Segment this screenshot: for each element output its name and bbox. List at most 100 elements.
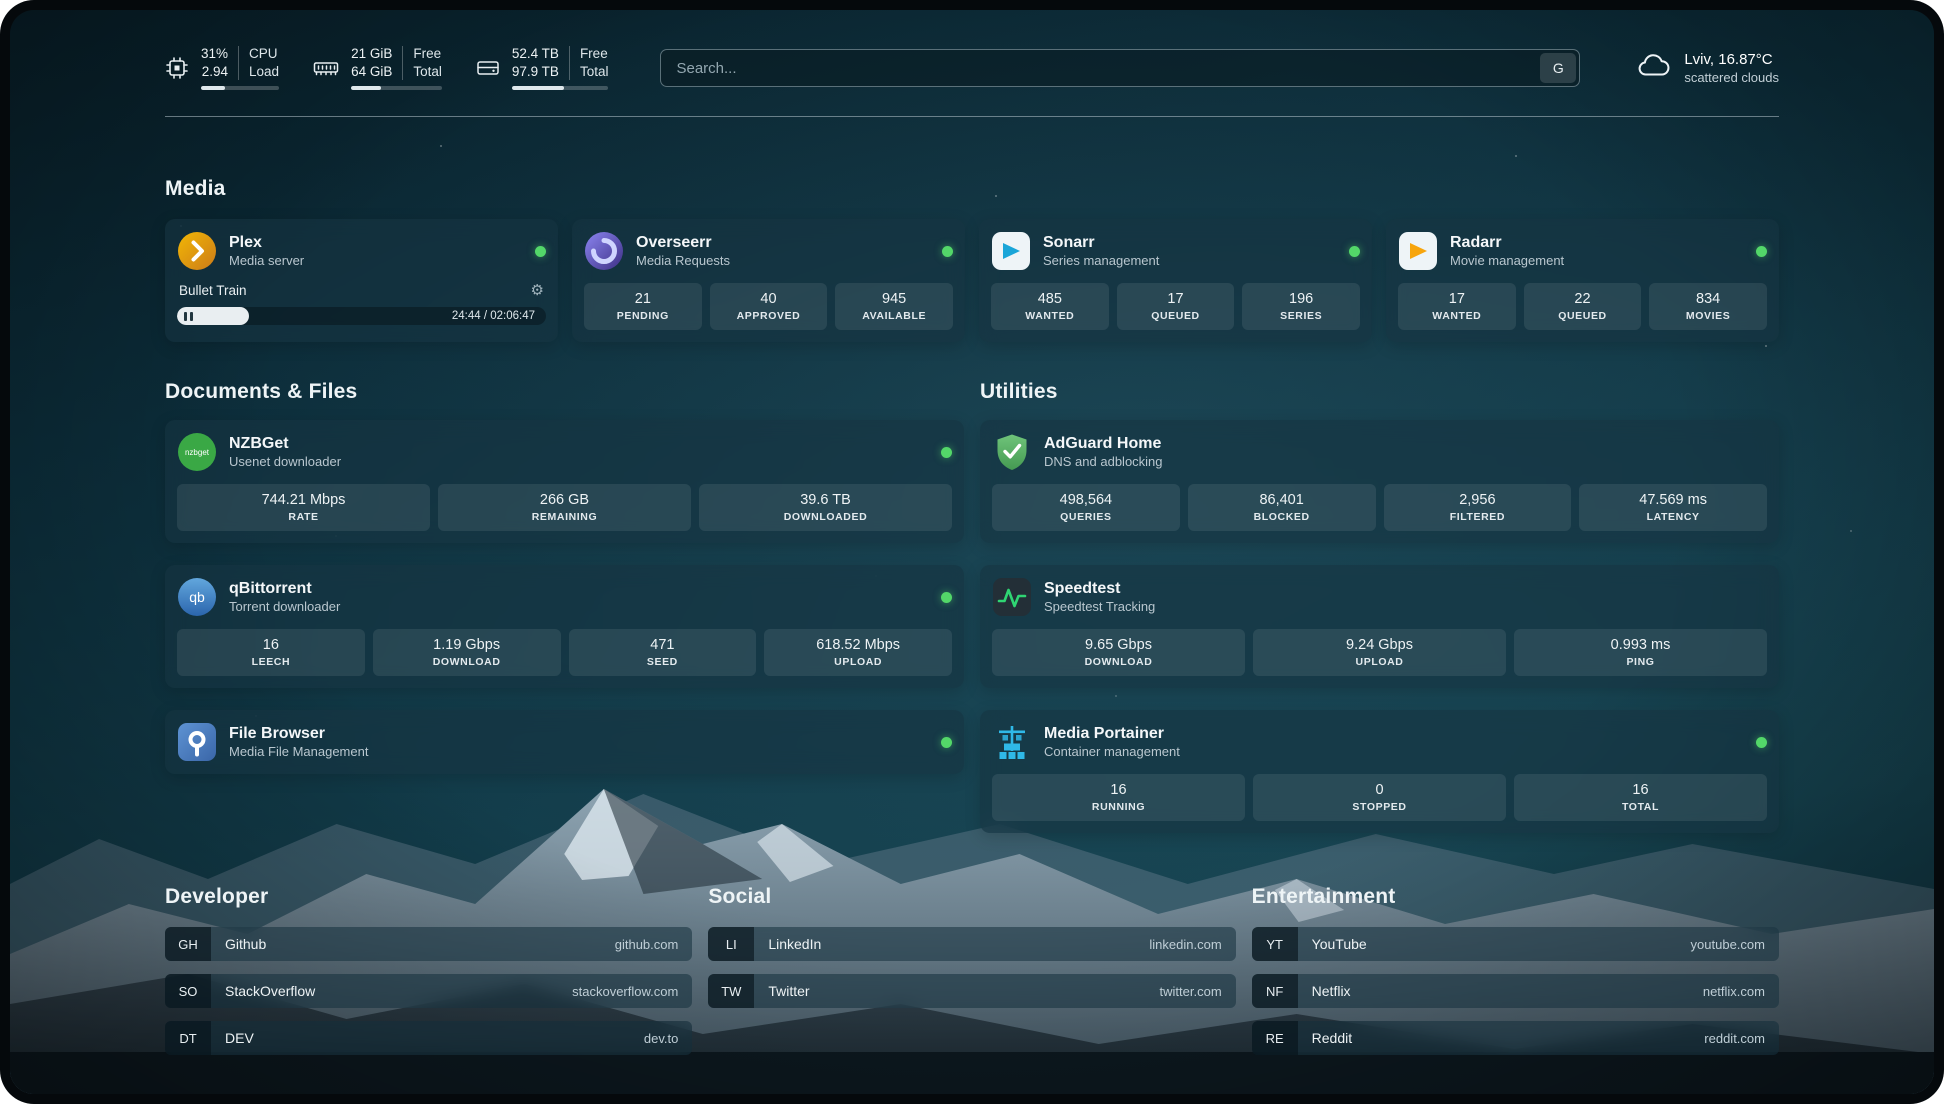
status-dot [942,246,953,257]
stat-value: 86,401 [1259,492,1303,508]
stat-value: 744.21 Mbps [262,492,346,508]
stat-leech: 16 LEECH [177,629,365,676]
app-card-sonarr[interactable]: Sonarr Series management 485 WANTED [979,219,1372,342]
stat-label: UPLOAD [834,656,882,668]
stat-seed: 471 SEED [569,629,757,676]
bookmark-url: dev.to [644,1031,678,1046]
status-dot [941,447,952,458]
stat-value: 266 GB [540,492,589,508]
stat-upload: 9.24 Gbps UPLOAD [1253,629,1506,676]
app-card-qbittorrent[interactable]: qb qBittorrent Torrent downloader [165,565,964,688]
stat-value: 9.65 Gbps [1085,637,1152,653]
bookmark-youtube[interactable]: YT YouTube youtube.com [1252,927,1779,961]
app-card-speedtest[interactable]: Speedtest Speedtest Tracking 9.65 Gbps D… [980,565,1779,688]
stat-value: 945 [882,291,906,307]
app-subtitle: Usenet downloader [229,454,341,469]
app-subtitle: Media File Management [229,744,368,759]
stat-approved: 40 APPROVED [710,283,828,330]
stat-available: 945 AVAILABLE [835,283,953,330]
bookmark-url: linkedin.com [1149,937,1221,952]
app-card-overseerr[interactable]: Overseerr Media Requests 21 PENDING [572,219,965,342]
app-card-plex[interactable]: Plex Media server Bullet Train ⚙ [165,219,558,342]
stat-downloaded: 39.6 TB DOWNLOADED [699,484,952,531]
stat-value: 16 [1110,782,1126,798]
stat-label: MOVIES [1686,310,1730,322]
ram-progress-fill [351,86,381,90]
stat-label: STOPPED [1352,801,1406,813]
weather-location: Lviv, 16.87°C [1684,51,1779,68]
bookmark-name: StackOverflow [225,983,315,999]
bookmark-dev[interactable]: DT DEV dev.to [165,1021,692,1055]
app-card-filebrowser[interactable]: File Browser Media File Management [165,710,964,774]
stat-value: 498,564 [1060,492,1112,508]
overseerr-icon [584,231,624,271]
app-card-nzbget[interactable]: nzbget NZBGet Usenet downloader [165,420,964,543]
status-dot [1756,737,1767,748]
bookmark-linkedin[interactable]: LI LinkedIn linkedin.com [708,927,1235,961]
bookmark-url: github.com [615,937,679,952]
disk-label-top: Free [580,46,609,62]
bookmark-netflix[interactable]: NF Netflix netflix.com [1252,974,1779,1008]
pause-icon [184,312,193,321]
bookmark-twitter[interactable]: TW Twitter twitter.com [708,974,1235,1008]
radarr-icon [1398,231,1438,271]
bookmark-url: twitter.com [1160,984,1222,999]
stat-filtered: 2,956 FILTERED [1384,484,1572,531]
playback-progress-fill [177,307,249,325]
cpu-metric: 31% 2.94 CPU Load [165,46,279,90]
plex-icon [177,231,217,271]
stat-stopped: 0 STOPPED [1253,774,1506,821]
search-engine-button[interactable]: G [1540,53,1576,83]
bookmark-url: netflix.com [1703,984,1765,999]
stat-value: 9.24 Gbps [1346,637,1413,653]
search-input[interactable] [664,60,1540,77]
bookmark-abbr: RE [1252,1021,1298,1055]
stat-label: RATE [288,511,318,523]
playback-time: 24:44 / 02:06:47 [452,310,535,322]
stat-queued: 22 QUEUED [1524,283,1642,330]
gear-icon[interactable]: ⚙ [531,283,544,298]
app-name: AdGuard Home [1044,435,1163,453]
bookmark-github[interactable]: GH Github github.com [165,927,692,961]
stat-label: WANTED [1025,310,1074,322]
section-social: Social LI LinkedIn linkedin.com TW Twitt… [708,885,1235,1068]
search-box: G [660,49,1580,87]
stat-label: WANTED [1432,310,1481,322]
app-name: File Browser [229,725,368,743]
stat-upload: 618.52 Mbps UPLOAD [764,629,952,676]
stat-value: 40 [760,291,776,307]
nzbget-icon: nzbget [177,432,217,472]
app-card-portainer[interactable]: Media Portainer Container management 16 … [980,710,1779,833]
app-card-radarr[interactable]: Radarr Movie management 17 WANTED 2 [1386,219,1779,342]
bookmark-stackoverflow[interactable]: SO StackOverflow stackoverflow.com [165,974,692,1008]
app-name: Speedtest [1044,580,1155,598]
app-card-adguard[interactable]: AdGuard Home DNS and adblocking 498,564 … [980,420,1779,543]
stat-label: SERIES [1280,310,1322,322]
status-dot [535,246,546,257]
section-title-media: Media [165,177,1779,201]
bookmark-name: Reddit [1312,1030,1352,1046]
stat-value: 834 [1696,291,1720,307]
bookmark-abbr: GH [165,927,211,961]
status-dot [941,592,952,603]
bookmark-url: youtube.com [1691,937,1765,952]
app-subtitle: DNS and adblocking [1044,454,1163,469]
stat-label: APPROVED [737,310,801,322]
stat-running: 16 RUNNING [992,774,1245,821]
svg-text:qb: qb [189,589,205,605]
sonarr-icon [991,231,1031,271]
stat-label: AVAILABLE [862,310,926,322]
status-dot [941,737,952,748]
cloud-icon [1636,52,1672,85]
section-title-utilities: Utilities [980,380,1779,404]
app-subtitle: Torrent downloader [229,599,340,614]
ram-label-top: Free [413,46,442,62]
stat-label: PING [1626,656,1654,668]
stat-queries: 498,564 QUERIES [992,484,1180,531]
disk-label-bottom: Total [580,64,609,80]
bookmark-reddit[interactable]: RE Reddit reddit.com [1252,1021,1779,1055]
stat-label: TOTAL [1622,801,1659,813]
stat-value: 485 [1038,291,1062,307]
ram-progressbar [351,86,442,90]
section-media: Media [165,177,1779,342]
